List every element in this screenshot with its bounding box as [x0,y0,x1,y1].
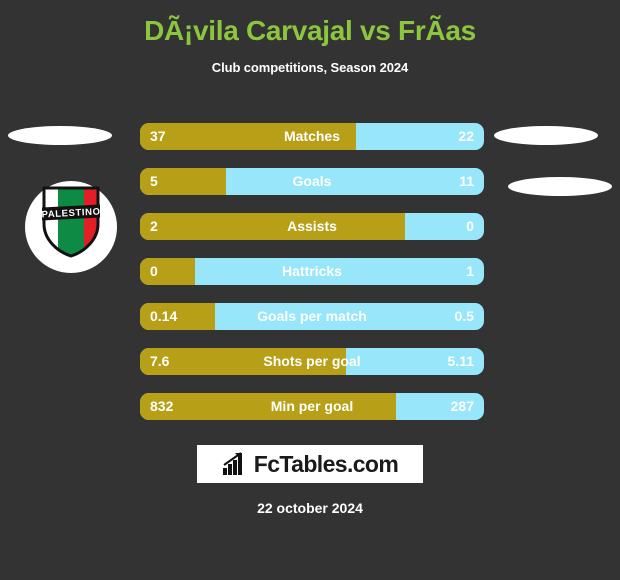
stat-label: Matches [283,128,341,144]
stats-comparison-card: DÃ¡vila Carvajal vs FrÃ­as Club competit… [0,0,620,580]
stat-away-value: 0 [466,218,474,234]
stat-away-value: 11 [459,173,474,189]
bar-chart-icon [222,452,242,475]
club-badge-palestino: PALESTINO [25,181,117,273]
page-subtitle: Club competitions, Season 2024 [211,60,409,75]
decorative-ellipse-right-1 [494,126,598,145]
stat-row-matches: 37 Matches 22 [140,123,484,150]
stat-away-value: 22 [458,128,474,144]
stat-row-assists: 2 Assists 0 [140,213,484,240]
stats-list: 37 Matches 22 5 Goals 11 2 Assists 0 0 H… [140,123,484,438]
stat-away-value: 1 [466,263,474,279]
stat-away-value: 0.5 [454,308,474,324]
stat-row-goals-per-match: 0.14 Goals per match 0.5 [140,303,484,330]
stat-row-goals: 5 Goals 11 [140,168,484,195]
stat-label: Min per goal [270,398,354,414]
fctables-logo: FcTables.com [197,445,423,483]
stat-row-min-per-goal: 832 Min per goal 287 [140,393,484,420]
decorative-ellipse-right-2 [508,177,612,196]
stat-away-value: 287 [450,398,474,414]
stat-label: Goals per match [257,308,367,324]
page-title: DÃ¡vila Carvajal vs FrÃ­as [144,15,476,46]
stat-away-value: 5.11 [447,353,474,369]
decorative-ellipse-left-1 [8,126,112,145]
palestino-shield-icon: PALESTINO [42,186,100,258]
stat-row-hattricks: 0 Hattricks 1 [140,258,484,285]
report-date: 22 october 2024 [257,500,363,516]
stat-label: Hattricks [282,263,342,279]
stat-label: Shots per goal [263,353,361,369]
stat-label: Goals [292,173,332,189]
stat-row-shots-per-goal: 7.6 Shots per goal 5.11 [140,348,484,375]
fctables-logo-text: FcTables.com [253,450,399,477]
stat-label: Assists [287,218,337,234]
